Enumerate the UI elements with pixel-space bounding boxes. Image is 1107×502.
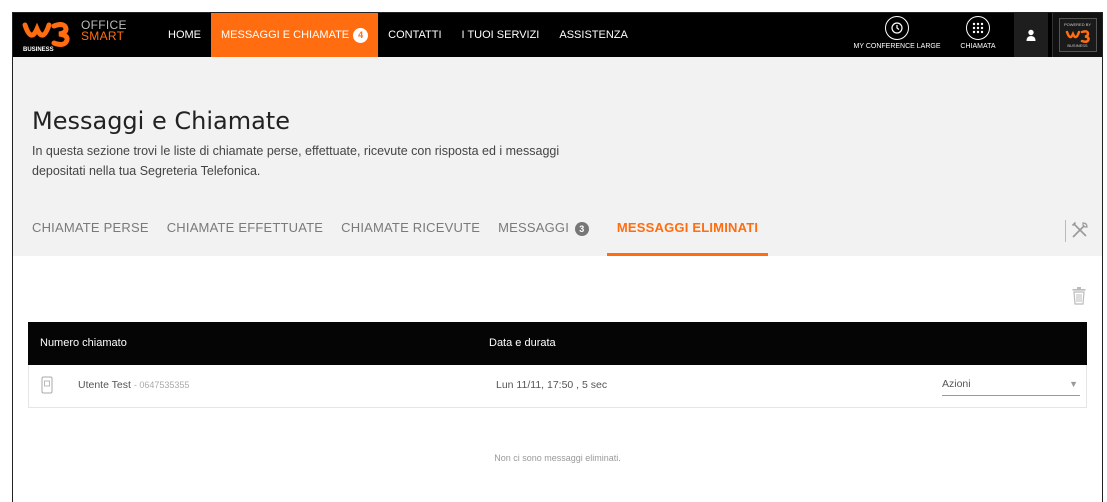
- w3-logo-icon: BUSINESS: [22, 22, 70, 53]
- tab-bar: CHIAMATE PERSE CHIAMATE EFFETTUATE CHIAM…: [32, 213, 786, 256]
- call-label: CHIAMATA: [960, 43, 996, 50]
- phone-icon: [41, 376, 53, 394]
- notification-badge: 4: [353, 27, 369, 43]
- table-header: Numero chiamato Data e durata: [28, 322, 1087, 365]
- nav-item-label: CONTATTI: [388, 29, 442, 41]
- chevron-down-icon: ▼: [1069, 379, 1078, 389]
- tools-icon[interactable]: [1070, 220, 1090, 240]
- header-tools: MY CONFERENCE LARGE CHIAMATA POWERED BY: [842, 13, 1102, 57]
- tab-chiamate-effettuate[interactable]: CHIAMATE EFFETTUATE: [167, 213, 323, 256]
- nav-item-i-tuoi-servizi[interactable]: I TUOI SERVIZI: [452, 13, 550, 57]
- user-icon: [1026, 29, 1036, 41]
- table-row[interactable]: Utente Test - 0647535355 Lun 11/11, 17:5…: [28, 365, 1087, 408]
- date-duration: Lun 11/11, 17:50 , 5 sec: [496, 379, 608, 391]
- nav-item-label: HOME: [168, 29, 201, 41]
- tab-label: MESSAGGI ELIMINATI: [616, 220, 759, 235]
- trash-icon[interactable]: [1072, 287, 1086, 305]
- nav-item-assistenza[interactable]: ASSISTENZA: [549, 13, 637, 57]
- page-header: Messaggi e Chiamate In questa sezione tr…: [13, 57, 1102, 256]
- tab-label: CHIAMATE RICEVUTE: [341, 220, 481, 235]
- column-header-numero: Numero chiamato: [40, 337, 127, 349]
- divider: [1065, 220, 1066, 242]
- conference-button[interactable]: MY CONFERENCE LARGE: [842, 13, 952, 57]
- nav-item-label: ASSISTENZA: [559, 29, 628, 41]
- product-name: OFFICE SMART: [81, 19, 127, 43]
- nav-item-home[interactable]: HOME: [158, 13, 211, 57]
- nav-item-label: MESSAGGI E CHIAMATE: [221, 29, 350, 41]
- partner-bottom-text: BUSINESS: [1067, 43, 1088, 48]
- nav-item-messaggi-e-chiamate[interactable]: MESSAGGI E CHIAMATE 4: [211, 13, 379, 57]
- actions-label: Azioni: [942, 378, 971, 390]
- tab-chiamate-perse[interactable]: CHIAMATE PERSE: [32, 213, 149, 256]
- messages-count-badge: 3: [574, 221, 589, 236]
- contact-name: Utente Test: [78, 379, 131, 391]
- empty-message: Non ci sono messaggi eliminati.: [494, 453, 621, 463]
- product-name-line2: SMART: [81, 29, 125, 43]
- conference-label: MY CONFERENCE LARGE: [853, 43, 941, 50]
- tab-messaggi-eliminati[interactable]: MESSAGGI ELIMINATI: [606, 213, 769, 256]
- svg-text:BUSINESS: BUSINESS: [23, 47, 54, 53]
- conference-clock-icon: [885, 16, 909, 40]
- tab-chiamate-ricevute[interactable]: CHIAMATE RICEVUTE: [341, 213, 480, 256]
- main-nav: HOME MESSAGGI E CHIAMATE 4 CONTATTI I TUO…: [158, 13, 638, 57]
- brand-logo[interactable]: BUSINESS: [21, 17, 77, 53]
- nav-item-label: I TUOI SERVIZI: [461, 29, 540, 41]
- tab-messaggi[interactable]: MESSAGGI 3: [498, 213, 589, 256]
- contact-number: 0647535355: [139, 380, 190, 390]
- partner-logo: POWERED BY BUSINESS: [1052, 13, 1102, 57]
- tab-label: CHIAMATE PERSE: [32, 220, 149, 235]
- contact-cell: Utente Test - 0647535355: [78, 379, 190, 391]
- keypad-icon: [966, 16, 990, 40]
- top-navigation-bar: BUSINESS OFFICE SMART HOME MESSAGGI E CH…: [13, 13, 1102, 57]
- app-frame: BUSINESS OFFICE SMART HOME MESSAGGI E CH…: [12, 12, 1103, 502]
- call-button[interactable]: CHIAMATA: [952, 13, 1004, 57]
- page-description: In questa sezione trovi le liste di chia…: [32, 144, 560, 178]
- page-title: Messaggi e Chiamate: [32, 107, 290, 135]
- tab-label: CHIAMATE EFFETTUATE: [166, 220, 324, 235]
- actions-dropdown[interactable]: Azioni ▼: [942, 375, 1080, 396]
- tab-label: MESSAGGI: [498, 220, 570, 235]
- column-header-data: Data e durata: [489, 337, 556, 349]
- user-menu-button[interactable]: [1014, 13, 1048, 57]
- nav-item-contatti[interactable]: CONTATTI: [378, 13, 451, 57]
